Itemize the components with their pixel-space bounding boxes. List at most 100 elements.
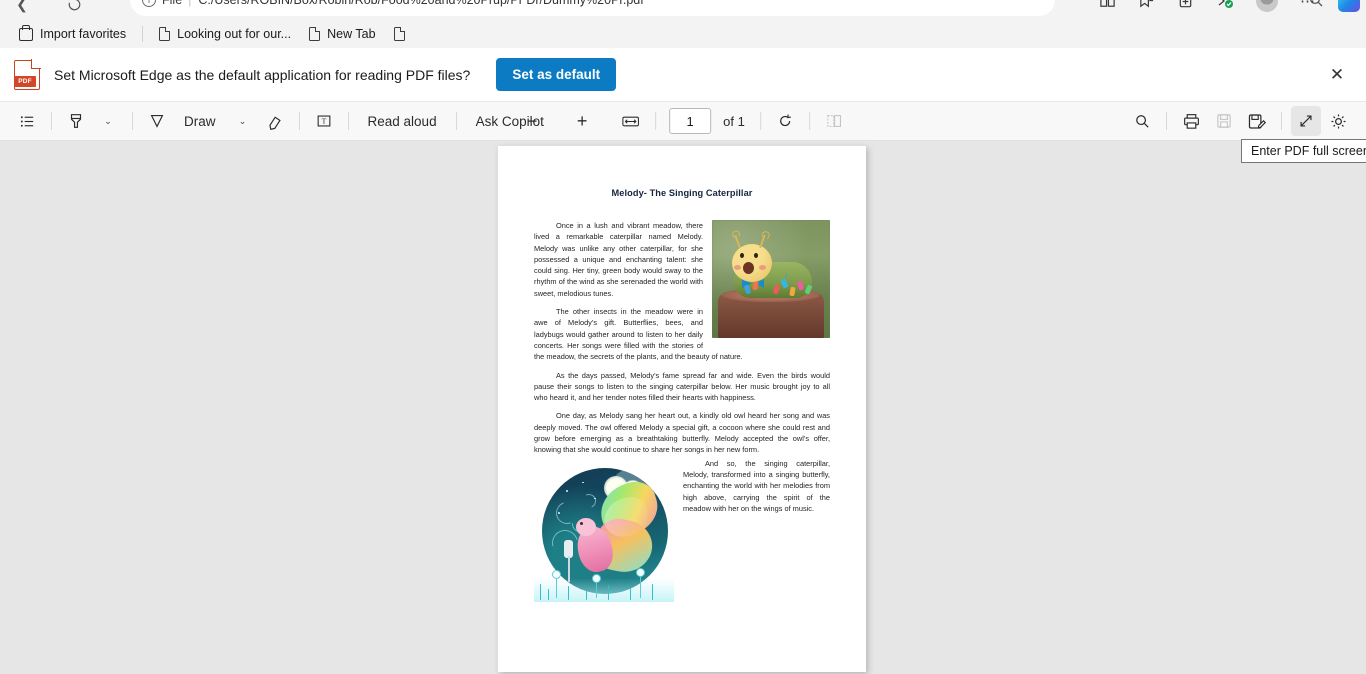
caterpillar-mouth — [743, 262, 754, 274]
document-paragraph: As the days passed, Melody’s fame spread… — [534, 370, 830, 403]
profile-avatar[interactable] — [1256, 0, 1278, 12]
page-icon — [393, 27, 405, 41]
document-block-3: And so, the singing caterpillar, Melody,… — [534, 458, 830, 606]
refresh-icon — [68, 0, 80, 10]
draw-icon-button[interactable] — [142, 106, 172, 136]
zoom-in-button[interactable]: + — [567, 106, 597, 136]
url-separator: | — [188, 0, 192, 7]
copilot-icon[interactable] — [1338, 0, 1360, 12]
grass-blade — [586, 589, 588, 600]
flower-head — [636, 567, 645, 577]
toolbar-separator — [759, 112, 761, 130]
draw-button[interactable]: Draw — [174, 106, 226, 136]
butterfly-eye — [580, 521, 583, 525]
toolbar-separator — [1281, 112, 1282, 130]
star — [566, 489, 568, 492]
toolbar-separator — [298, 112, 300, 130]
draw-options-button[interactable]: ⌄ — [228, 106, 258, 136]
close-infobar-button[interactable]: ✕ — [1322, 60, 1352, 90]
import-favorites-button[interactable]: Import favorites — [12, 24, 133, 44]
grass-blade — [630, 587, 632, 600]
set-as-default-button[interactable]: Set as default — [496, 58, 617, 91]
address-bar[interactable]: i File | C:/Users/ROBIN/Box/Robin/Rob/Fo… — [130, 0, 1055, 16]
read-aloud-button[interactable]: Read aloud — [358, 106, 447, 136]
collections-icon[interactable] — [1138, 0, 1155, 10]
page-icon — [309, 27, 321, 41]
save-button[interactable] — [1209, 106, 1239, 136]
document-paragraph: One day, as Melody sang her heart out, a… — [534, 411, 830, 455]
caterpillar-photo: ♪ — [712, 220, 830, 338]
pdf-toolbar-center-group: − + 1 of 1 — [517, 106, 849, 136]
favorite-item-label: Looking out for our... — [177, 27, 292, 41]
search-button[interactable] — [1127, 106, 1157, 136]
enter-full-screen-button[interactable] — [1291, 106, 1321, 136]
caterpillar-eye — [740, 253, 744, 258]
refresh-button[interactable] — [60, 0, 88, 18]
import-favorites-label: Import favorites — [40, 27, 127, 41]
pdf-badge-label: PDF — [14, 75, 36, 87]
toolbar-separator — [655, 112, 657, 130]
toolbar-separator — [808, 112, 810, 130]
print-button[interactable] — [1176, 106, 1207, 136]
table-of-contents-icon — [20, 115, 33, 127]
search-icon — [1135, 114, 1149, 128]
caterpillar-cheek — [759, 265, 766, 270]
toolbar-separator — [51, 112, 52, 130]
page-view-icon — [827, 115, 841, 127]
pdf-toolbar-right-group — [1127, 106, 1354, 136]
pdf-toolbar: ⌄ Draw ⌄ T Read aloud Ask Copilot − + 1 … — [0, 102, 1366, 141]
highlight-icon — [70, 114, 82, 128]
url-text: C:/Users/ROBIN/Box/Robin/Rob/Food%20and%… — [198, 0, 644, 7]
pdf-toolbar-left-group: ⌄ Draw ⌄ T Read aloud Ask Copilot — [0, 106, 554, 136]
back-button[interactable]: ❮ — [8, 0, 36, 18]
toolbar-separator — [347, 112, 349, 130]
rotate-button[interactable] — [770, 106, 800, 136]
draw-pen-icon — [150, 115, 164, 128]
full-screen-tooltip: Enter PDF full screen — [1241, 139, 1366, 163]
favorite-item-untitled[interactable] — [387, 24, 412, 44]
caterpillar-eye — [754, 253, 758, 258]
star — [582, 481, 584, 484]
grass-blade — [608, 584, 610, 600]
swirl — [580, 491, 598, 510]
extensions-icon[interactable] — [1216, 0, 1234, 10]
infobar-message: Set Microsoft Edge as the default applic… — [54, 66, 471, 83]
pdf-page-1: Melody- The Singing Caterpillar ♪ Once i… — [498, 146, 866, 672]
page-icon — [159, 27, 171, 41]
add-text-button[interactable]: T — [309, 106, 339, 136]
grass-blade — [540, 583, 542, 600]
browser-essentials-icon[interactable] — [1177, 0, 1194, 10]
pdf-viewer-canvas[interactable]: Melody- The Singing Caterpillar ♪ Once i… — [0, 141, 1366, 674]
browser-top-bar: ❮ i File | C:/Users/ROBIN/Box/Robin/Rob/… — [0, 0, 1366, 20]
settings-button[interactable] — [1323, 106, 1354, 136]
eraser-icon — [268, 116, 281, 130]
pdf-default-app-infobar: PDF Set Microsoft Edge as the default ap… — [0, 48, 1366, 102]
full-screen-icon — [1300, 115, 1312, 127]
url-scheme: File — [162, 0, 183, 7]
save-as-button[interactable] — [1241, 106, 1272, 136]
highlight-options-button[interactable]: ⌄ — [93, 106, 123, 136]
info-icon: i — [142, 0, 156, 7]
svg-text:T: T — [321, 117, 326, 126]
erase-button[interactable] — [260, 106, 290, 136]
favorite-item-new-tab[interactable]: New Tab — [302, 24, 382, 44]
more-options-icon[interactable]: ⋯ — [1300, 0, 1316, 10]
page-total-label: of 1 — [723, 113, 745, 129]
zoom-out-button[interactable]: − — [517, 106, 547, 136]
highlight-button[interactable] — [61, 106, 91, 136]
favorites-bar: Import favorites Looking out for our... … — [0, 20, 1366, 48]
split-screen-icon[interactable] — [1099, 0, 1116, 10]
save-icon — [1217, 114, 1231, 128]
fit-to-width-button[interactable] — [615, 106, 646, 136]
page-view-button[interactable] — [819, 106, 849, 136]
chevron-down-icon: ⌄ — [104, 115, 112, 126]
save-as-icon — [1248, 113, 1266, 129]
page-number-input[interactable]: 1 — [669, 108, 712, 134]
butterfly-illustration — [534, 461, 674, 602]
favorite-item-looking-out[interactable]: Looking out for our... — [152, 24, 298, 44]
rotate-icon — [779, 114, 791, 127]
document-block-2: One day, as Melody sang her heart out, a… — [534, 410, 830, 455]
table-of-contents-button[interactable] — [12, 106, 42, 136]
flower-stem — [556, 575, 558, 598]
caterpillar-cheek — [734, 265, 741, 270]
